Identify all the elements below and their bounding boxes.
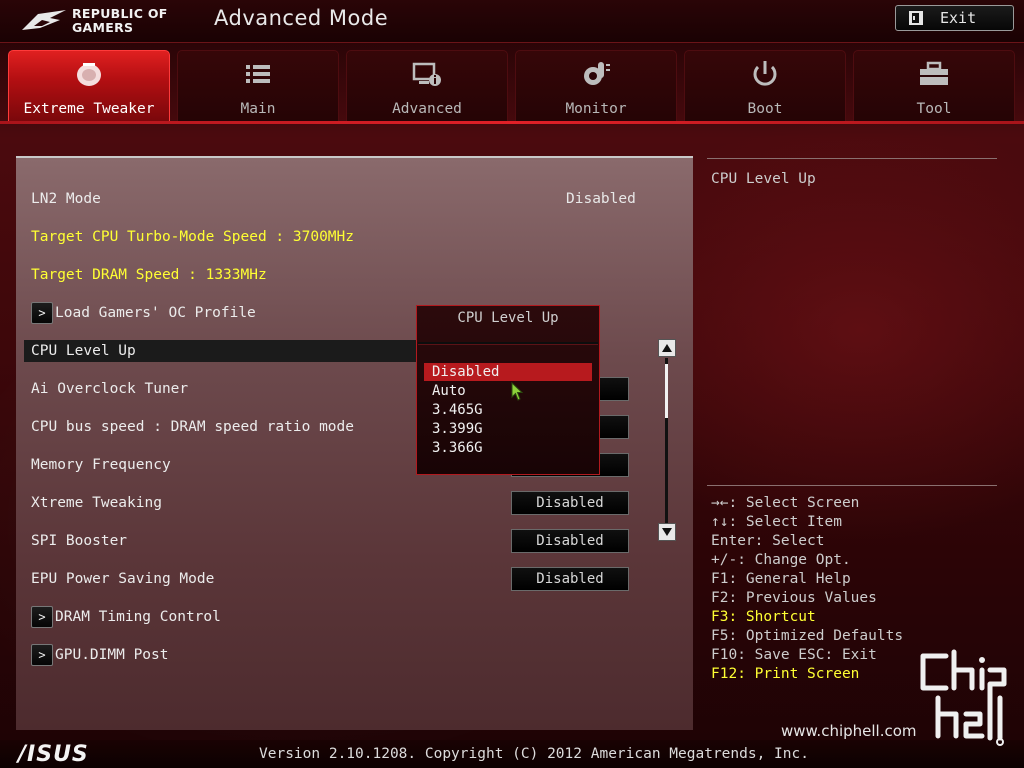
key-hint: F2: Previous Values — [711, 590, 877, 606]
setting-label: Load Gamers' OC Profile — [55, 305, 256, 321]
tab-label: Monitor — [565, 101, 627, 117]
tab-label: Main — [240, 101, 276, 117]
brand-line-1: REPUBLIC OF — [72, 6, 168, 21]
setting-label: EPU Power Saving Mode — [31, 571, 215, 587]
rog-logo: REPUBLIC OF GAMERS — [20, 4, 180, 38]
key-hint: ↑↓: Select Item — [711, 514, 842, 530]
dropdown-divider — [418, 342, 598, 345]
watermark-text: www.chiphell.com — [781, 722, 917, 740]
setting-value: Disabled — [566, 191, 636, 207]
dropdown-option-3465g[interactable]: 3.465G — [424, 401, 592, 419]
info-text: Target DRAM Speed : 1333MHz — [31, 267, 267, 283]
power-icon — [753, 61, 777, 86]
exit-button[interactable]: Exit — [895, 5, 1014, 31]
setting-label: GPU.DIMM Post — [55, 647, 169, 663]
info-text: Target CPU Turbo-Mode Speed : 3700MHz — [31, 229, 355, 245]
advanced-info-icon — [412, 62, 441, 86]
extreme-tweaker-icon — [77, 63, 101, 86]
submenu-arrow-icon: > — [31, 302, 53, 324]
dropdown-option-disabled[interactable]: Disabled — [424, 363, 592, 381]
setting-label: Ai Overclock Tuner — [31, 381, 189, 397]
key-hint: F10: Save ESC: Exit — [711, 647, 877, 663]
tab-label: Advanced — [392, 101, 462, 117]
value-selector[interactable]: Disabled — [511, 529, 629, 553]
key-hint: F5: Optimized Defaults — [711, 628, 904, 644]
scroll-down-button[interactable] — [658, 523, 676, 541]
tab-main[interactable]: Main — [177, 50, 339, 122]
setting-label: CPU bus speed : DRAM speed ratio mode — [31, 419, 355, 435]
setting-label: Memory Frequency — [31, 457, 171, 473]
setting-label: DRAM Timing Control — [55, 609, 221, 625]
tab-underline — [0, 121, 1024, 124]
value-selector[interactable]: Disabled — [511, 567, 629, 591]
dropdown-option-3366g[interactable]: 3.366G — [424, 439, 592, 457]
rog-eye-icon — [22, 10, 66, 30]
setting-xtreme-tweaking[interactable]: Xtreme Tweaking Disabled — [31, 491, 631, 515]
list-icon — [246, 65, 270, 83]
asus-logo: /ISUS — [18, 742, 89, 767]
setting-label: SPI Booster — [31, 533, 128, 549]
key-hint-shortcut[interactable]: F3: Shortcut — [711, 608, 903, 627]
setting-label: Xtreme Tweaking — [31, 495, 162, 511]
help-title: CPU Level Up — [711, 171, 816, 187]
tab-advanced[interactable]: Advanced — [346, 50, 508, 122]
key-hint: →←: Select Screen — [711, 495, 860, 511]
setting-label: CPU Level Up — [31, 343, 136, 359]
scroll-up-button[interactable] — [658, 339, 676, 357]
tab-label: Boot — [747, 101, 783, 117]
tab-boot[interactable]: Boot — [684, 50, 846, 122]
tab-extreme-tweaker[interactable]: Extreme Tweaker — [8, 50, 170, 122]
scrollbar-thumb[interactable] — [665, 364, 668, 418]
tab-label: Tool — [916, 101, 952, 117]
setting-epu-power-saving[interactable]: EPU Power Saving Mode Disabled — [31, 567, 631, 591]
tab-label: Extreme Tweaker — [23, 101, 155, 117]
key-legend: →←: Select Screen ↑↓: Select Item Enter:… — [711, 494, 903, 684]
value-selector[interactable]: Disabled — [511, 491, 629, 515]
dropdown-option-auto[interactable]: Auto — [424, 382, 592, 400]
brand-line-2: GAMERS — [72, 20, 134, 35]
key-hint: F1: General Help — [711, 571, 851, 587]
key-hint: Enter: Select — [711, 533, 825, 549]
header-bar: REPUBLIC OF GAMERS Advanced Mode Exit — [0, 0, 1024, 43]
exit-label: Exit — [940, 9, 977, 27]
cpu-level-up-dropdown: CPU Level Up Disabled Auto 3.465G 3.399G… — [416, 305, 600, 475]
setting-ln2-mode: LN2 Mode Disabled — [31, 188, 636, 210]
dropdown-option-3399g[interactable]: 3.399G — [424, 420, 592, 438]
mouse-cursor-icon — [511, 382, 524, 401]
submenu-gpu-dimm-post[interactable]: > GPU.DIMM Post — [31, 644, 631, 666]
version-text: Version 2.10.1208. Copyright (C) 2012 Am… — [259, 746, 809, 762]
target-dram-speed: Target DRAM Speed : 1333MHz — [31, 264, 631, 286]
thermometer-icon — [584, 62, 610, 85]
tab-monitor[interactable]: Monitor — [515, 50, 677, 122]
page-title: Advanced Mode — [214, 6, 389, 30]
exit-door-icon — [909, 11, 923, 25]
target-cpu-speed: Target CPU Turbo-Mode Speed : 3700MHz — [31, 226, 631, 248]
setting-label: LN2 Mode — [31, 191, 101, 207]
help-divider-keys — [707, 485, 997, 486]
submenu-dram-timing[interactable]: > DRAM Timing Control — [31, 606, 631, 628]
key-hint: +/-: Change Opt. — [711, 552, 851, 568]
dropdown-title: CPU Level Up — [457, 310, 559, 326]
setting-spi-booster[interactable]: SPI Booster Disabled — [31, 529, 631, 553]
submenu-arrow-icon: > — [31, 644, 53, 666]
chiphell-logo — [920, 649, 1007, 746]
toolbox-icon — [920, 61, 948, 85]
key-hint-print-screen[interactable]: F12: Print Screen — [711, 665, 903, 684]
submenu-arrow-icon: > — [31, 606, 53, 628]
help-divider-top — [707, 158, 997, 159]
tab-tool[interactable]: Tool — [853, 50, 1015, 122]
